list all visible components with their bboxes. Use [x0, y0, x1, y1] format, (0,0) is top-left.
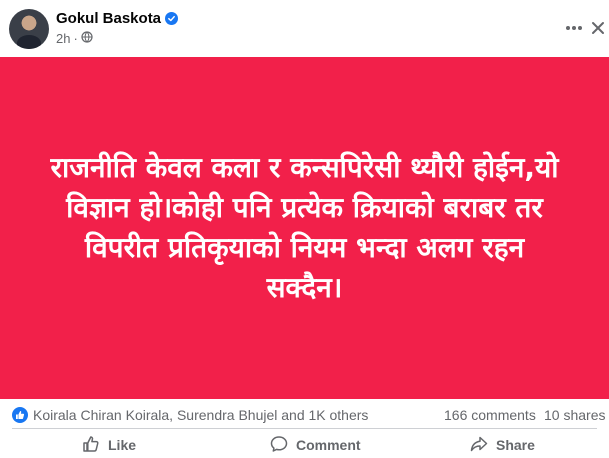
post-time[interactable]: 2h — [56, 31, 70, 46]
globe-icon[interactable] — [81, 31, 93, 46]
reactors-text[interactable]: Koirala Chiran Koirala, Surendra Bhujel … — [33, 407, 368, 423]
like-icon — [82, 435, 100, 456]
more-dots-icon[interactable] — [560, 14, 588, 42]
post-text-line: राजनीति केवल कला र कन्सपिरेसी थ्यौरी होई… — [50, 151, 559, 184]
post-text-line: सक्दैन। — [266, 271, 343, 304]
share-label: Share — [496, 437, 535, 453]
post-meta: 2h · — [56, 31, 93, 46]
share-icon — [470, 435, 488, 456]
post-actions: Like Comment Share — [0, 431, 609, 458]
comment-label: Comment — [296, 437, 361, 453]
share-button[interactable]: Share — [470, 433, 535, 457]
meta-dot: · — [73, 31, 78, 46]
verified-badge-icon — [165, 12, 179, 25]
post-text-line: विज्ञान हो।कोही पनि प्रत्येक क्रियाको बर… — [66, 191, 543, 224]
like-button[interactable]: Like — [82, 433, 136, 457]
post-text-line: विपरीत प्रतिकृयाको नियम भन्दा अलग रहन — [84, 231, 525, 264]
actions-divider — [12, 428, 597, 429]
comment-button[interactable]: Comment — [270, 433, 361, 457]
author-avatar[interactable] — [9, 9, 49, 49]
author-name[interactable]: Gokul Baskota — [56, 10, 161, 27]
like-reaction-icon[interactable] — [12, 407, 28, 423]
reactions-bar: Koirala Chiran Koirala, Surendra Bhujel … — [0, 404, 609, 426]
author-row: Gokul Baskota — [56, 10, 179, 27]
post-colored-background: राजनीति केवल कला र कन्सपिरेसी थ्यौरी होई… — [0, 57, 609, 399]
shares-count[interactable]: 10 shares — [544, 407, 605, 423]
comments-count[interactable]: 166 comments — [444, 407, 536, 423]
like-label: Like — [108, 437, 137, 453]
close-icon[interactable] — [586, 14, 609, 42]
post-header: Gokul Baskota 2h · — [0, 0, 609, 56]
post-text: राजनीति केवल कला र कन्सपिरेसी थ्यौरी होई… — [25, 148, 585, 308]
comment-icon — [270, 435, 288, 456]
